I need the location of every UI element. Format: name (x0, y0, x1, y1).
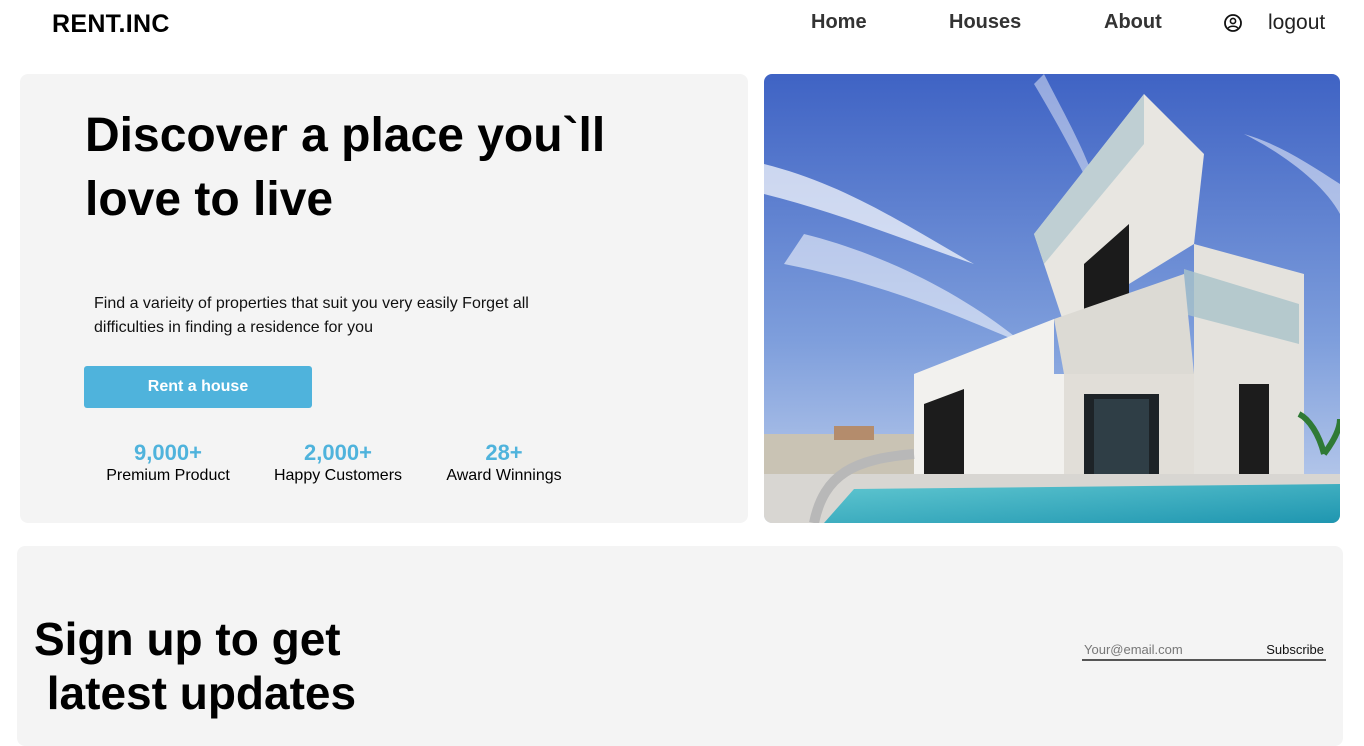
stat-label: Happy Customers (273, 467, 403, 484)
stat-premium-product: 9,000+ Premium Product (98, 440, 238, 486)
stat-happy-customers: 2,000+ Happy Customers (268, 440, 408, 486)
hero-title: Discover a place you`ll love to live (85, 109, 606, 226)
email-input[interactable] (1084, 640, 1244, 658)
navbar: RENT.INC Home Houses About logout (0, 0, 1364, 50)
nav-home-link[interactable]: Home (811, 11, 867, 34)
logout-link[interactable]: logout (1268, 11, 1325, 35)
stat-label: Award Winnings (446, 467, 562, 484)
signup-title: Sign up to get latest updates (34, 613, 357, 719)
subscribe-button[interactable]: Subscribe (1258, 640, 1324, 658)
stat-value: 2,000+ (304, 440, 372, 465)
signup-section: Sign up to get latest updates Subscribe (17, 546, 1343, 746)
hero-description: Find a varieity of properties that suit … (94, 295, 529, 336)
brand-logo[interactable]: RENT.INC (52, 10, 170, 39)
nav-houses-link[interactable]: Houses (949, 11, 1021, 34)
stat-value: 28+ (485, 440, 523, 465)
nav-about-link[interactable]: About (1104, 11, 1162, 34)
stat-label: Premium Product (106, 467, 230, 484)
hero-house-image (764, 74, 1340, 523)
user-circle-icon[interactable] (1223, 13, 1243, 33)
rent-house-button[interactable]: Rent a house (84, 366, 312, 408)
stat-award-winnings: 28+ Award Winnings (434, 440, 574, 486)
hero-section: Discover a place you`ll love to live Fin… (20, 74, 748, 523)
email-form: Subscribe (1082, 640, 1326, 661)
stat-value: 9,000+ (134, 440, 202, 465)
